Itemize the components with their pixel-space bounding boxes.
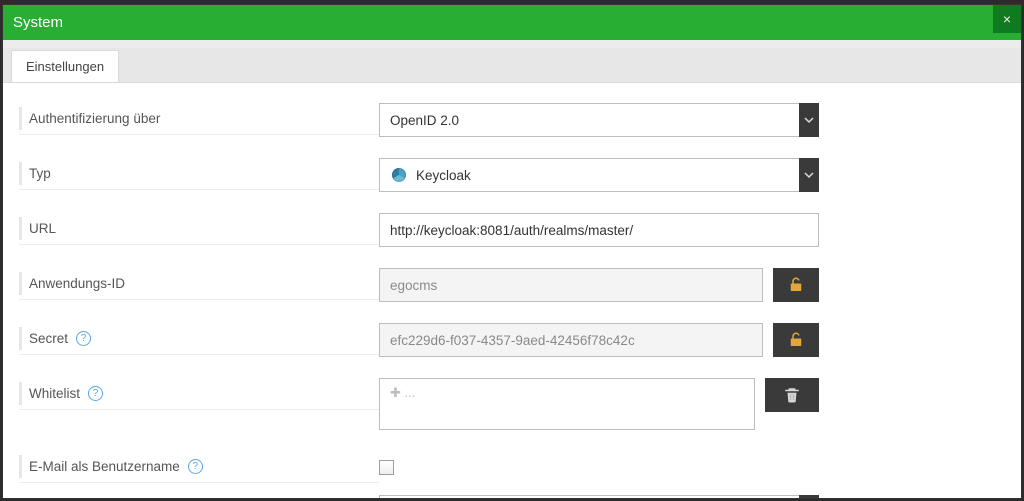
help-icon[interactable]: ? [188, 459, 203, 474]
label-app-id: Anwendungs-ID [19, 268, 379, 300]
keycloak-icon [390, 166, 408, 184]
select-auth-over-value: OpenID 2.0 [390, 113, 459, 128]
chevron-down-icon [799, 103, 819, 137]
tab-label: Einstellungen [26, 59, 104, 74]
unlock-app-id-button[interactable] [773, 268, 819, 302]
label-secret: Secret ? [19, 323, 379, 355]
label-email-as-user: E-Mail als Benutzername ? [19, 451, 379, 483]
title-bar: System × [3, 5, 1021, 40]
chevron-down-icon [799, 158, 819, 192]
unlock-icon [787, 276, 805, 294]
checkbox-email-as-user[interactable] [379, 460, 394, 475]
input-secret [379, 323, 763, 357]
window-title: System [13, 14, 63, 31]
select-type-value: Keycloak [416, 168, 471, 183]
label-auth-over: Authentifizierung über [19, 103, 379, 135]
label-url: URL [19, 213, 379, 245]
select-edit-profile[interactable]: erlaubt [379, 495, 819, 498]
unlock-secret-button[interactable] [773, 323, 819, 357]
label-type: Typ [19, 158, 379, 190]
add-tag-placeholder: ✚ ... [390, 385, 415, 400]
label-edit-profile: Profil ändern [19, 495, 379, 498]
help-icon[interactable]: ? [88, 386, 103, 401]
input-whitelist[interactable]: ✚ ... [379, 378, 755, 430]
settings-panel[interactable]: Authentifizierung über OpenID 2.0 [3, 83, 1021, 498]
unlock-icon [787, 331, 805, 349]
tab-strip: Einstellungen [3, 48, 1021, 83]
input-app-id [379, 268, 763, 302]
select-type[interactable]: Keycloak [379, 158, 819, 192]
input-url[interactable] [379, 213, 819, 247]
select-auth-over[interactable]: OpenID 2.0 [379, 103, 819, 137]
help-icon[interactable]: ? [76, 331, 91, 346]
close-button[interactable]: × [993, 5, 1021, 33]
system-dialog: System × Einstellungen Authentifizierung… [2, 4, 1022, 499]
tab-settings[interactable]: Einstellungen [11, 50, 119, 82]
trash-icon [783, 386, 801, 404]
clear-whitelist-button[interactable] [765, 378, 819, 412]
chevron-down-icon [799, 495, 819, 498]
label-whitelist: Whitelist ? [19, 378, 379, 410]
close-icon: × [1003, 11, 1011, 27]
